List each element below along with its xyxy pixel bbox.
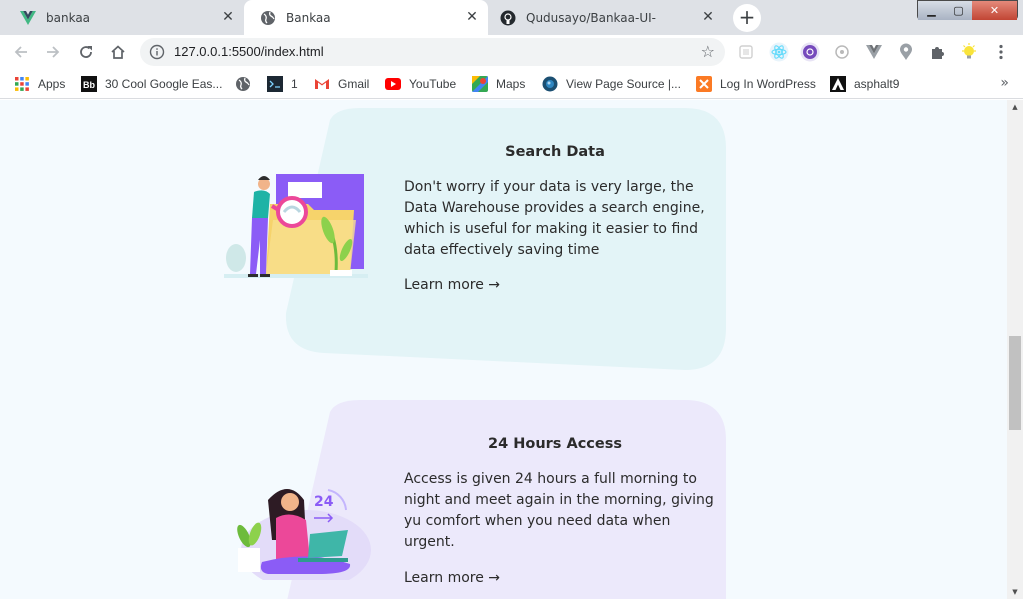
new-tab-button[interactable]: + (733, 4, 761, 32)
svg-text:Bb: Bb (83, 80, 95, 90)
bookmark-label: 1 (291, 77, 298, 91)
bookmark-label: YouTube (409, 77, 457, 91)
bookmark-globe[interactable] (235, 75, 259, 93)
vue-icon (20, 10, 36, 26)
vue-devtools-icon[interactable] (864, 42, 884, 62)
bookmark-gmail[interactable]: Gmail (314, 75, 369, 93)
tab-strip: bankaa ✕ Bankaa ✕ Qudusayo/Bankaa-UI- ✕ … (0, 0, 1023, 35)
bookmark-label: View Page Source |... (566, 77, 681, 91)
view-source-icon (542, 76, 558, 92)
youtube-icon (385, 76, 401, 92)
globe-icon (235, 76, 251, 92)
search-data-illustration (224, 174, 368, 278)
tab-github[interactable]: Qudusayo/Bankaa-UI- ✕ (488, 0, 724, 35)
24-hours-access-learn-more-link[interactable]: Learn more → (404, 570, 500, 586)
forward-button[interactable] (41, 40, 65, 64)
extensions-puzzle-icon[interactable] (928, 42, 948, 62)
search-data-title: Search Data (505, 144, 605, 160)
home-icon (111, 45, 125, 59)
scroll-down-arrow-icon[interactable]: ▼ (1007, 585, 1023, 599)
location-pin-icon[interactable] (896, 42, 916, 62)
gmail-icon (314, 76, 330, 92)
browser-menu-icon[interactable] (991, 42, 1011, 62)
info-icon[interactable] (149, 44, 165, 60)
tab-title: Bankaa (286, 10, 331, 25)
tab-bankaa-active[interactable]: Bankaa ✕ (244, 0, 488, 35)
scroll-up-arrow-icon[interactable]: ▲ (1007, 100, 1023, 114)
tab-title: Qudusayo/Bankaa-UI- (526, 10, 656, 25)
bookmark-label: Gmail (338, 77, 370, 91)
back-button[interactable] (9, 40, 33, 64)
24-hours-access-illustration: 24 (237, 474, 371, 580)
globe-icon (260, 10, 276, 26)
bookmark-maps[interactable]: Maps (472, 75, 525, 93)
close-window-button[interactable]: ✕ (972, 1, 1017, 20)
page-scrollbar[interactable]: ▲ ▼ (1007, 100, 1023, 599)
bookmark-asphalt9[interactable]: asphalt9 (830, 75, 899, 93)
reload-button[interactable] (74, 40, 98, 64)
bookmark-label: Apps (38, 77, 66, 91)
page-viewport: Search Data Don't worry if your data is … (0, 100, 1007, 599)
bb-icon: Bb (81, 76, 97, 92)
scrollbar-thumb[interactable] (1009, 336, 1021, 430)
24-hours-access-description: Access is given 24 hours a full morning … (404, 471, 714, 550)
terminal-icon (267, 76, 283, 92)
lightbulb-icon[interactable] (959, 42, 979, 62)
maps-icon (472, 76, 488, 92)
reload-icon (80, 46, 92, 58)
url-text[interactable]: 127.0.0.1:5500/index.html (174, 44, 324, 59)
bookmark-terminal[interactable]: 1 (267, 75, 298, 93)
bookmark-youtube[interactable]: YouTube (385, 75, 456, 93)
24-hours-access-title: 24 Hours Access (488, 436, 622, 452)
react-devtools-icon[interactable] (769, 42, 789, 62)
search-data-learn-more-link[interactable]: Learn more → (404, 277, 500, 293)
github-icon (500, 10, 516, 26)
maximize-button[interactable]: ▢ (945, 1, 972, 20)
tab-bankaa[interactable]: bankaa ✕ (8, 0, 244, 35)
xampp-icon (696, 76, 712, 92)
close-tab-icon[interactable]: ✕ (464, 9, 480, 25)
bookmark-label: asphalt9 (854, 77, 900, 91)
bookmark-label: 30 Cool Google Eas... (105, 77, 223, 91)
back-arrow-icon (14, 46, 27, 58)
bookmarks-overflow-button[interactable]: » (1000, 75, 1009, 91)
close-tab-icon[interactable]: ✕ (700, 9, 716, 25)
minimize-button[interactable]: ▁ (918, 1, 945, 20)
tab-title: bankaa (46, 10, 91, 25)
bookmark-view-page-source[interactable]: View Page Source |... (542, 75, 681, 93)
bookmark-google-easter-eggs[interactable]: Bb 30 Cool Google Eas... (81, 75, 222, 93)
bookmark-apps[interactable]: Apps (14, 75, 65, 93)
redux-devtools-icon[interactable] (800, 42, 820, 62)
bookmark-star-icon[interactable]: ☆ (701, 42, 715, 61)
search-data-description: Don't worry if your data is very large, … (404, 179, 705, 258)
24-hours-illustration-label: 24 (314, 494, 334, 510)
address-bar[interactable]: 127.0.0.1:5500/index.html ☆ (140, 38, 725, 66)
asphalt-icon (830, 76, 846, 92)
browser-toolbar: 127.0.0.1:5500/index.html ☆ (0, 35, 1023, 69)
close-tab-icon[interactable]: ✕ (220, 9, 236, 25)
apps-grid-icon (14, 76, 30, 92)
bookmark-label: Maps (496, 77, 526, 91)
bookmark-wordpress-login[interactable]: Log In WordPress (696, 75, 816, 93)
bookmarks-bar: Apps Bb 30 Cool Google Eas... 1 Gmail Yo… (0, 69, 1023, 99)
home-button[interactable] (106, 40, 130, 64)
forward-arrow-icon (47, 46, 60, 58)
extension-circle-icon[interactable] (832, 42, 852, 62)
window-controls: ▁ ▢ ✕ (917, 0, 1018, 20)
bookmark-label: Log In WordPress (720, 77, 816, 91)
extension-placeholder-icon[interactable] (736, 42, 756, 62)
